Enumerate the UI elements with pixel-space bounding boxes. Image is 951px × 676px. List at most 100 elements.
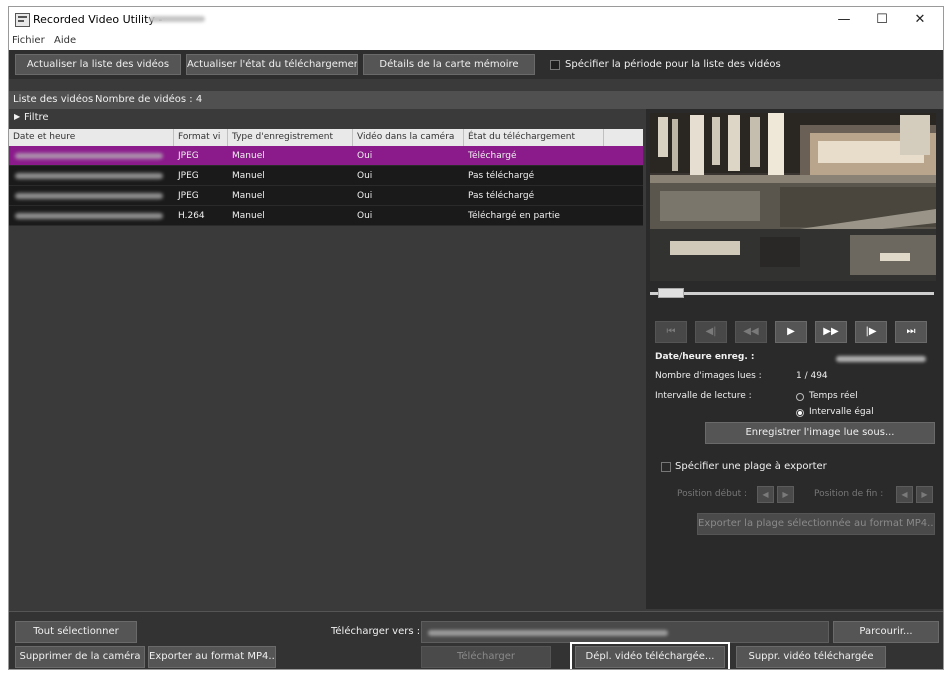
save-played-image-button[interactable]: Enregistrer l'image lue sous... [705, 422, 935, 444]
move-downloaded-video-button[interactable]: Dépl. vidéo téléchargée... [575, 646, 725, 668]
column-header-in-camera[interactable]: Vidéo dans la caméra [353, 129, 464, 146]
table-header: Date et heure Format vi Type d'enregistr… [9, 129, 643, 146]
refresh-list-button[interactable]: Actualiser la liste des vidéos [15, 54, 181, 75]
app-icon [15, 13, 30, 27]
play-icon: ▶ [787, 326, 795, 337]
download-path-field[interactable] [421, 621, 829, 643]
start-position-label: Position début : [677, 489, 747, 499]
rewind-button[interactable]: ◀◀ [735, 321, 767, 343]
column-header-download-status[interactable]: État du téléchargement [464, 129, 604, 146]
record-datetime-label: Date/heure enreg. : [655, 352, 755, 362]
skip-to-start-icon: ⏮ [666, 326, 676, 337]
download-button[interactable]: Télécharger [421, 646, 551, 668]
column-header-record-type[interactable]: Type d'enregistrement [228, 129, 353, 146]
browse-button[interactable]: Parcourir... [833, 621, 939, 643]
memory-card-details-button[interactable]: Détails de la carte mémoire [363, 54, 535, 75]
close-button[interactable]: ✕ [903, 10, 937, 30]
datetime-redacted [15, 213, 163, 219]
end-position-label: Position de fin : [814, 489, 884, 499]
cell-record-type: Manuel [232, 211, 265, 221]
menu-bar: Fichier Aide [9, 33, 943, 51]
frames-read-label: Nombre d'images lues : [655, 371, 762, 381]
table-row[interactable]: H.264 Manuel Oui Téléchargé en partie [9, 206, 643, 226]
video-list-title: Liste des vidéos [13, 94, 94, 105]
download-to-label: Télécharger vers : [331, 626, 421, 637]
filter-label: Filtre [24, 112, 49, 123]
play-button[interactable]: ▶ [775, 321, 807, 343]
datetime-redacted [15, 153, 163, 159]
app-window: Recorded Video Utility - — ☐ ✕ Fichier A… [8, 6, 944, 670]
skip-to-end-icon: ⏭ [906, 326, 916, 337]
cell-format: JPEG [178, 191, 199, 201]
video-count: Nombre de vidéos : 4 [95, 94, 203, 105]
video-preview [650, 113, 936, 281]
equal-interval-radio[interactable] [796, 409, 804, 417]
equal-interval-label: Intervalle égal [809, 407, 874, 417]
frame-forward-icon: |▶ [865, 326, 877, 337]
specify-period-label: Spécifier la période pour la liste des v… [565, 59, 781, 70]
video-list-header: Liste des vidéos Nombre de vidéos : 4 [9, 91, 943, 109]
bottom-action-bar: Tout sélectionner Télécharger vers : Par… [9, 611, 943, 669]
download-path-redacted [428, 630, 668, 636]
menu-file[interactable]: Fichier [12, 35, 45, 46]
end-next-button[interactable]: ▶ [916, 486, 933, 503]
export-range-mp4-button[interactable]: Exporter la plage sélectionnée au format… [697, 513, 935, 535]
rewind-icon: ◀◀ [743, 326, 759, 337]
refresh-download-status-button[interactable]: Actualiser l'état du téléchargement [186, 54, 358, 75]
player-pane: ⏮ ◀| ◀◀ ▶ ▶▶ |▶ ⏭ Date/heure enreg. : Nombre d… [646, 109, 943, 609]
menu-help[interactable]: Aide [54, 35, 76, 46]
cell-in-camera: Oui [357, 211, 373, 221]
cell-download-status: Pas téléchargé [468, 191, 535, 201]
cell-download-status: Téléchargé [468, 151, 517, 161]
start-prev-button[interactable]: ◀ [757, 486, 774, 503]
toolbar: Actualiser la liste des vidéos Actualise… [9, 50, 943, 79]
video-table: Date et heure Format vi Type d'enregistr… [9, 129, 643, 609]
fast-forward-icon: ▶▶ [823, 326, 839, 337]
realtime-radio[interactable] [796, 393, 804, 401]
cell-format: JPEG [178, 171, 199, 181]
specify-export-range-checkbox[interactable] [661, 462, 671, 472]
delete-downloaded-video-button[interactable]: Suppr. vidéo téléchargée [736, 646, 886, 668]
skip-to-start-button[interactable]: ⏮ [655, 321, 687, 343]
realtime-label: Temps réel [809, 391, 858, 401]
cell-record-type: Manuel [232, 171, 265, 181]
datetime-redacted [15, 173, 163, 179]
camera-address-redacted [149, 16, 205, 22]
skip-to-end-button[interactable]: ⏭ [895, 321, 927, 343]
table-row[interactable]: JPEG Manuel Oui Pas téléchargé [9, 186, 643, 206]
maximize-button[interactable]: ☐ [865, 10, 899, 30]
export-mp4-button[interactable]: Exporter au format MP4... [148, 646, 276, 668]
cell-in-camera: Oui [357, 151, 373, 161]
select-all-button[interactable]: Tout sélectionner [15, 621, 137, 643]
playback-seek-thumb[interactable] [657, 288, 684, 298]
column-header-datetime[interactable]: Date et heure [9, 129, 174, 146]
filter-toggle[interactable]: ▶ Filtre [9, 109, 643, 127]
cell-in-camera: Oui [357, 171, 373, 181]
frame-back-icon: ◀| [705, 326, 717, 337]
column-header-format[interactable]: Format vi [174, 129, 228, 146]
delete-from-camera-button[interactable]: Supprimer de la caméra [15, 646, 145, 668]
cell-record-type: Manuel [232, 151, 265, 161]
title-bar: Recorded Video Utility - — ☐ ✕ [9, 7, 943, 33]
playback-interval-label: Intervalle de lecture : [655, 391, 752, 401]
cell-record-type: Manuel [232, 191, 265, 201]
frame-forward-button[interactable]: |▶ [855, 321, 887, 343]
video-list-pane: ▶ Filtre Date et heure Format vi Type d'… [9, 109, 643, 609]
fast-forward-button[interactable]: ▶▶ [815, 321, 847, 343]
table-row[interactable]: JPEG Manuel Oui Téléchargé [9, 146, 643, 166]
minimize-button[interactable]: — [827, 10, 861, 30]
table-row[interactable]: JPEG Manuel Oui Pas téléchargé [9, 166, 643, 186]
specify-period-checkbox[interactable] [550, 60, 560, 70]
frame-back-button[interactable]: ◀| [695, 321, 727, 343]
playback-seek-track[interactable] [650, 292, 934, 295]
record-datetime-redacted [836, 356, 926, 362]
frames-read-value: 1 / 494 [796, 371, 828, 381]
cell-download-status: Téléchargé en partie [468, 211, 560, 221]
cell-format: JPEG [178, 151, 199, 161]
start-next-button[interactable]: ▶ [777, 486, 794, 503]
video-frame-image [650, 113, 936, 281]
end-prev-button[interactable]: ◀ [896, 486, 913, 503]
window-title: Recorded Video Utility - [33, 13, 163, 26]
specify-export-range-label: Spécifier une plage à exporter [675, 461, 827, 472]
cell-download-status: Pas téléchargé [468, 171, 535, 181]
